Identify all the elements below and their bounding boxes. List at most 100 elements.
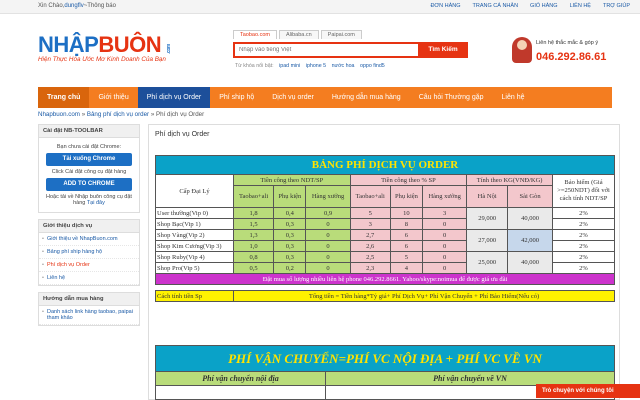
fee-table: BẢNG PHÍ DỊCH VỤ ORDER Cấp Đại Lý Tiền c… <box>155 155 615 302</box>
top-link-orders[interactable]: ĐƠN HÀNG <box>430 3 460 9</box>
top-link-help[interactable]: TRỢ GIÚP <box>603 3 630 9</box>
nav-order-fee[interactable]: Phí dịch vụ Order <box>137 87 211 108</box>
col-pct: Tiền công theo % SP <box>349 174 468 186</box>
search-tab-paipai[interactable]: Paipai.com <box>320 30 362 39</box>
shipping-title: PHÍ VẬN CHUYỂN=PHÍ VC NỘI ĐỊA + PHÍ VC V… <box>155 345 615 372</box>
cell: 0 <box>422 218 468 230</box>
subcol: Phụ kiện <box>389 185 424 208</box>
main-content: Phí dịch vụ Order BẢNG PHÍ DỊCH VỤ ORDER… <box>148 124 620 400</box>
cell: 0 <box>305 251 351 263</box>
cell: 2% <box>552 207 615 219</box>
row-name: Shop Bạc(Vip 1) <box>155 218 234 230</box>
download-chrome-button[interactable]: Tải xuống Chrome <box>46 153 132 166</box>
cell: 0,4 <box>273 207 307 219</box>
breadcrumb-parent[interactable]: Bảng phí dịch vụ order <box>87 111 149 118</box>
hint-keyword[interactable]: nước hoa <box>332 63 355 69</box>
guide-heading: Hướng dẫn mua hàng <box>39 293 139 306</box>
row-name: User thường(Vip 0) <box>155 207 234 219</box>
cell: 5 <box>389 251 424 263</box>
nav-ship-fee[interactable]: Phí ship hộ <box>210 87 263 108</box>
toolbar-question: Bạn chưa cài đặt Chrome: <box>56 144 122 150</box>
sidebar-item-about[interactable]: Giới thiệu về NhapBuon.com <box>39 233 139 246</box>
cell: 0 <box>305 262 351 274</box>
cell: 2,7 <box>349 229 391 241</box>
main-nav: Trang chủ Giới thiệu Phí dịch vụ Order P… <box>38 87 612 108</box>
row-name: Shop Pro(Vip 5) <box>155 262 234 274</box>
weight-hn: 29,000 <box>466 207 509 230</box>
row-name: Shop Vàng(Vip 2) <box>155 229 234 241</box>
nav-guide[interactable]: Hướng dẫn mua hàng <box>323 87 410 108</box>
nav-faq[interactable]: Câu hỏi Thường gặp <box>410 87 493 108</box>
breadcrumb: Nhapbuon.com » Bảng phí dịch vụ order » … <box>38 111 204 118</box>
subcol: Hà Nội <box>466 185 509 208</box>
slogan: Hiện Thực Hóa Ước Mơ Kinh Doanh Của Bạn <box>38 56 166 63</box>
nav-home[interactable]: Trang chủ <box>38 87 90 108</box>
username-link[interactable]: dungflv <box>64 3 83 9</box>
subcol: Taobao+ali <box>232 185 275 208</box>
nav-intro[interactable]: Giới thiệu <box>89 87 137 108</box>
search-tab-taobao[interactable]: Taobao.com <box>233 30 277 39</box>
hint-keyword[interactable]: oppo find5 <box>360 63 385 69</box>
nav-contact[interactable]: Liên hệ <box>493 87 534 108</box>
cell: 6 <box>389 240 424 252</box>
hint-keyword[interactable]: ipad mini <box>279 63 300 69</box>
row-name: Shop Kim Cương(Vip 3) <box>155 240 234 252</box>
toolbar-box: Cài đặt NB-TOOLBAR Bạn chưa cài đặt Chro… <box>38 124 140 213</box>
greeting-text: Xin Chào, <box>38 3 65 9</box>
col-weight: Tính theo KG(VNĐ/KG) <box>466 174 553 186</box>
subcol: Taobao+ali <box>349 185 391 208</box>
col-level: Cấp Đại Lý <box>155 174 234 208</box>
top-link-cart[interactable]: GIỎ HÀNG <box>530 3 558 9</box>
notice-link[interactable]: ~Thông báo <box>84 3 116 9</box>
weight-hn: 27,000 <box>466 229 509 252</box>
page-title: Phí dịch vụ Order <box>155 131 210 138</box>
weight-sg: 42,000 <box>507 229 553 252</box>
toolbar-help-link[interactable]: Tại đây <box>87 200 105 206</box>
cell: 0 <box>305 240 351 252</box>
chat-button[interactable]: Trò chuyện với chúng tôi <box>536 384 640 398</box>
subcol: Phụ kiện <box>273 185 307 208</box>
cell: 1,0 <box>232 240 275 252</box>
breadcrumb-current: » Phí dịch vụ Order <box>150 111 205 118</box>
breadcrumb-sep: » <box>79 111 87 118</box>
nav-order-service[interactable]: Dịch vụ order <box>263 87 323 108</box>
top-links: ĐƠN HÀNG TRANG CÁ NHÂN GIỎ HÀNG LIÊN HỆ … <box>430 3 630 9</box>
cell: 0,5 <box>232 262 275 274</box>
cell: 2,5 <box>349 251 391 263</box>
table-row: Shop Ruby(Vip 4) 0,8 0,3 0 2,5 5 0 25,00… <box>155 251 615 274</box>
cell: 0,3 <box>273 240 307 252</box>
top-link-contact[interactable]: LIÊN HỆ <box>570 3 591 9</box>
cell: 1,8 <box>232 207 275 219</box>
logo-domain: .com <box>165 44 172 54</box>
subcol: Hàng xưởng <box>422 185 468 208</box>
search-box: Tìm Kiếm <box>233 42 468 58</box>
cell: 2% <box>552 262 615 274</box>
toolbar-question-2: Click Cài đặt công cụ đặt hàng <box>51 169 127 175</box>
cell: 1,5 <box>232 218 275 230</box>
top-link-profile[interactable]: TRANG CÁ NHÂN <box>473 3 519 9</box>
cell: 0,9 <box>305 207 351 219</box>
cell: 0,3 <box>273 218 307 230</box>
cell: 2% <box>552 240 615 252</box>
site-logo[interactable]: NHẬPBUÔN .com <box>38 34 172 56</box>
sidebar-item-links[interactable]: Danh sách link hàng taobao, paipai tham … <box>39 306 139 325</box>
cell: 2% <box>552 251 615 263</box>
col-insurance: Bảo hiểm (Giá >=250NDT) đối với cách tín… <box>552 174 615 208</box>
weight-hn: 25,000 <box>466 251 509 274</box>
add-to-chrome-button[interactable]: ADD TO CHROME <box>46 178 132 191</box>
subcol: Sài Gòn <box>507 185 553 208</box>
hint-label: Từ khóa nổi bật: <box>235 63 274 69</box>
search-button[interactable]: Tìm Kiếm <box>418 42 468 58</box>
hint-keyword[interactable]: iphone 5 <box>306 63 326 69</box>
sidebar-item-ship-fee[interactable]: Bảng phí ship hàng hộ <box>39 246 139 259</box>
search-input[interactable] <box>235 44 415 56</box>
cell: 6 <box>389 229 424 241</box>
sidebar-item-contact[interactable]: Liên hệ <box>39 272 139 285</box>
cell: 10 <box>389 207 424 219</box>
fee-note: Đặt mua số lượng nhiều liên hệ phone 046… <box>155 273 615 285</box>
sidebar-item-order-fee[interactable]: Phí dịch vụ Order <box>39 259 139 272</box>
cell: 0 <box>422 262 468 274</box>
search-tab-alibaba[interactable]: Alibaba.cn <box>278 30 319 39</box>
cell: 0,3 <box>273 229 307 241</box>
breadcrumb-home[interactable]: Nhapbuon.com <box>38 111 80 118</box>
